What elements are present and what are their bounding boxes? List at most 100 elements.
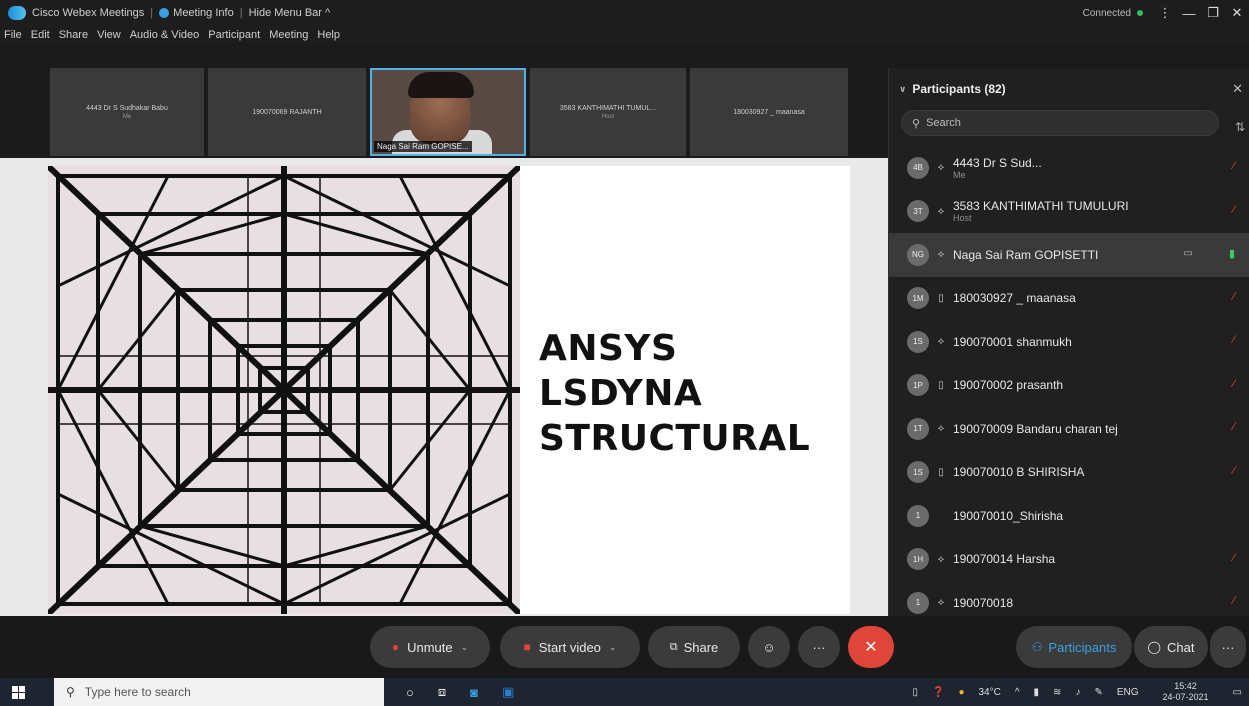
mic-muted-icon[interactable]: ∕	[1233, 378, 1235, 390]
chat-toggle-button[interactable]: ◯ Chat	[1134, 626, 1208, 668]
participants-toggle-button[interactable]: ⚇ Participants	[1016, 626, 1132, 668]
avatar: 1	[907, 504, 929, 527]
shared-content-area: ANSYS LSDYNA STRUCTURAL	[0, 158, 888, 616]
participant-row[interactable]: 1S ⟡ 190070001 shanmukh ∕	[889, 320, 1249, 364]
meeting-info-button[interactable]: Meeting Info	[173, 7, 234, 19]
participant-name: 190070014 Harsha	[953, 552, 1056, 567]
unmute-button[interactable]: ● Unmute ⌄	[370, 626, 490, 668]
participant-row[interactable]: 1T ⟡ 190070009 Bandaru charan tej ∕	[889, 407, 1249, 451]
participant-row[interactable]: 1S ▯ 190070010 B SHIRISHA ∕	[889, 451, 1249, 495]
close-panel-icon[interactable]: ✕	[1232, 81, 1243, 97]
panel-overflow-button[interactable]: ···	[1210, 626, 1246, 668]
mic-muted-icon[interactable]: ∕	[1233, 204, 1235, 216]
participant-row[interactable]: 1M ▯ 180030927 _ maanasa ∕	[889, 277, 1249, 321]
participant-role: Me	[953, 169, 966, 180]
battery-icon[interactable]: ▮	[1034, 687, 1040, 698]
connection-status: Connected	[1082, 7, 1131, 19]
device-icon: ⟡	[937, 205, 945, 217]
participant-name: 190070009 Bandaru charan tej	[953, 421, 1118, 436]
participant-row[interactable]: 4B ⟡ 4443 Dr S Sud... Me ∕	[889, 146, 1249, 190]
participant-row[interactable]: 1P ▯ 190070002 prasanth ∕	[889, 364, 1249, 408]
webex-taskbar-icon[interactable]: ◙	[470, 685, 478, 700]
thumbnail-role: Host	[601, 113, 615, 120]
tray-app-icon[interactable]: ▯	[912, 687, 918, 698]
language-indicator[interactable]: ENG	[1117, 687, 1139, 698]
word-taskbar-icon[interactable]: ▣	[502, 684, 514, 700]
transmission-tower-image	[48, 166, 520, 614]
reactions-button[interactable]: ☺	[748, 626, 790, 668]
slide-title-line: LSDYNA	[539, 373, 703, 414]
more-options-icon[interactable]: ⋮	[1153, 5, 1177, 21]
weather-icon[interactable]: ●	[958, 687, 964, 698]
avatar: 1S	[907, 330, 929, 353]
device-icon: ⟡	[937, 336, 945, 348]
active-speaker-thumbnail[interactable]: Naga Sai Ram GOPISE...	[370, 68, 526, 156]
mic-on-icon[interactable]: ▮	[1229, 247, 1235, 260]
mic-muted-icon[interactable]: ∕	[1233, 421, 1235, 433]
menu-share[interactable]: Share	[59, 29, 88, 41]
participant-info: 190070002 prasanth	[953, 378, 1063, 392]
video-thumbnail-strip: 4443 Dr S Sudhakar Babu Me 190070069 RAJ…	[0, 68, 888, 158]
video-thumbnail[interactable]: 190070069 RAJANTH	[208, 68, 366, 156]
mic-muted-icon[interactable]: ∕	[1233, 552, 1235, 564]
minimize-button[interactable]: —	[1177, 6, 1201, 21]
menu-help[interactable]: Help	[317, 29, 340, 41]
menu-view[interactable]: View	[97, 29, 121, 41]
avatar: NG	[907, 243, 929, 266]
menu-edit[interactable]: Edit	[31, 29, 50, 41]
sort-list-icon[interactable]: ⇅	[1235, 120, 1245, 134]
cortana-icon[interactable]: ○	[406, 685, 414, 700]
device-icon: ▯	[938, 292, 944, 304]
menu-file[interactable]: File	[4, 29, 22, 41]
collapse-chevron-icon[interactable]: ∨	[899, 84, 906, 95]
video-thumbnail[interactable]: 4443 Dr S Sudhakar Babu Me	[50, 68, 204, 156]
participant-info: 190070010 B SHIRISHA	[953, 465, 1084, 479]
participant-row[interactable]: NG ⟡ Naga Sai Ram GOPISETTI ▭ ▮	[889, 233, 1249, 277]
video-thumbnail[interactable]: 3583 KANTHIMATHI TUMUL... Host	[530, 68, 686, 156]
volume-icon[interactable]: ♪	[1075, 687, 1080, 698]
task-view-icon[interactable]: ⧈	[438, 684, 446, 700]
menu-meeting[interactable]: Meeting	[269, 29, 308, 41]
thumbnail-name: 190070069 RAJANTH	[252, 108, 322, 116]
chevron-down-icon[interactable]: ⌄	[609, 642, 617, 653]
device-icon: ⟡	[937, 162, 945, 174]
participant-name: 190070010 B SHIRISHA	[953, 465, 1085, 480]
mic-muted-icon[interactable]: ∕	[1233, 595, 1235, 607]
participant-row[interactable]: 3T ⟡ 3583 KANTHIMATHI TUMULURI Host ∕	[889, 190, 1249, 234]
chevron-down-icon[interactable]: ⌄	[461, 642, 469, 653]
mic-muted-icon[interactable]: ∕	[1233, 334, 1235, 346]
share-icon: ⧉	[669, 640, 678, 653]
mic-muted-icon[interactable]: ∕	[1233, 291, 1235, 303]
taskbar-search-input[interactable]: ⚲ Type here to search	[54, 678, 384, 706]
menu-audio-video[interactable]: Audio & Video	[130, 29, 200, 41]
windows-start-icon[interactable]	[0, 678, 36, 706]
menu-participant[interactable]: Participant	[208, 29, 260, 41]
hide-menu-bar-button[interactable]: Hide Menu Bar ^	[249, 7, 331, 19]
pen-icon[interactable]: ✎	[1094, 687, 1102, 698]
wifi-icon[interactable]: ≋	[1053, 687, 1061, 698]
thumbnail-role: Me	[122, 113, 132, 120]
participant-name: 190070001 shanmukh	[953, 334, 1072, 349]
restore-button[interactable]: ❐	[1201, 5, 1225, 21]
participant-row[interactable]: 1 190070010_Shirisha	[889, 494, 1249, 538]
video-thumbnail[interactable]: 180030927 _ maanasa	[690, 68, 848, 156]
mic-muted-icon[interactable]: ∕	[1233, 160, 1235, 172]
participant-search-input[interactable]: ⚲ Search	[901, 110, 1219, 136]
help-tray-icon[interactable]: ❓	[932, 687, 944, 698]
share-button[interactable]: ⧉ Share	[648, 626, 740, 668]
participant-row[interactable]: 1H ⟡ 190070014 Harsha ∕	[889, 538, 1249, 582]
device-icon: ⟡	[937, 249, 945, 261]
more-options-button[interactable]: ···	[798, 626, 840, 668]
participant-info: 190070010_Shirisha	[953, 509, 1063, 523]
start-video-button[interactable]: ■ Start video ⌄	[500, 626, 640, 668]
participants-panel-header[interactable]: ∨ Participants (82) ✕	[889, 68, 1249, 110]
mic-muted-icon[interactable]: ∕	[1233, 465, 1235, 477]
clock-time: 15:42	[1174, 681, 1197, 691]
participant-name: 3583 KANTHIMATHI TUMULURI	[953, 199, 1129, 214]
end-meeting-button[interactable]: ✕	[848, 626, 894, 668]
close-window-button[interactable]: ✕	[1225, 5, 1249, 21]
notifications-icon[interactable]: ▭	[1233, 687, 1242, 698]
show-hidden-icons-icon[interactable]: ^	[1015, 687, 1020, 698]
device-icon: ▯	[938, 379, 944, 391]
clock[interactable]: 15:42 24-07-2021	[1156, 681, 1216, 703]
